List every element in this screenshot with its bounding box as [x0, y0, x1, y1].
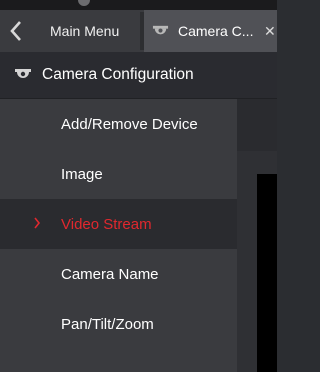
content-pane	[237, 99, 277, 372]
window-indicator	[78, 0, 90, 6]
menu-item-pan-tilt-zoom[interactable]: Pan/Tilt/Zoom	[0, 299, 237, 349]
menu-item-label: Video Stream	[61, 215, 152, 233]
tab-label: Camera C...	[178, 23, 254, 39]
menu-item-label: Image	[61, 165, 103, 183]
menu-item-label: Add/Remove Device	[61, 115, 198, 133]
top-window-strip	[0, 0, 277, 10]
menu-item-image[interactable]: Image	[0, 149, 237, 199]
camera-icon	[15, 69, 31, 78]
camera-icon	[152, 25, 169, 35]
menu-item-label: Pan/Tilt/Zoom	[61, 315, 154, 333]
side-menu: Add/Remove Device Image Video Stream Cam…	[0, 99, 237, 372]
section-header: Camera Configuration	[0, 52, 277, 99]
menu-item-video-stream[interactable]: Video Stream	[0, 199, 237, 249]
menu-item-camera-name[interactable]: Camera Name	[0, 249, 237, 299]
content-toolbar	[237, 99, 277, 151]
tab-camera-configuration[interactable]: Camera C... ✕	[144, 10, 277, 52]
tab-bar: Main Menu Camera C... ✕	[0, 10, 277, 52]
section-title: Camera Configuration	[42, 66, 194, 83]
video-preview	[257, 174, 277, 372]
back-button[interactable]	[0, 10, 32, 52]
tab-main-menu[interactable]: Main Menu	[50, 10, 119, 52]
chevron-left-icon	[10, 21, 21, 41]
menu-item-label: Camera Name	[61, 265, 159, 283]
chevron-right-icon	[34, 217, 41, 229]
menu-item-add-remove-device[interactable]: Add/Remove Device	[0, 99, 237, 149]
close-icon[interactable]: ✕	[264, 10, 276, 52]
